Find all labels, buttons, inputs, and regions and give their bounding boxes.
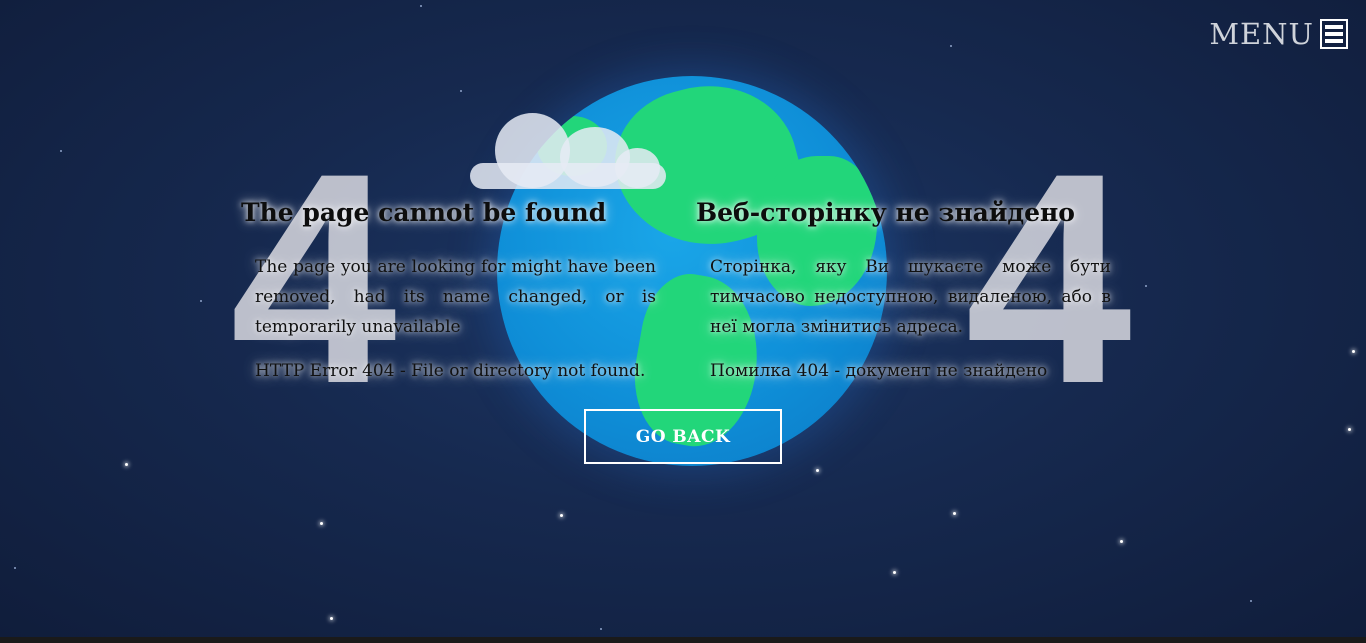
star (125, 463, 128, 466)
star (320, 522, 323, 525)
ukrainian-error: Помилка 404 - документ не знайдено (710, 361, 1048, 381)
star (330, 617, 333, 620)
english-title: The page cannot be found (241, 198, 607, 227)
ukrainian-message-column: Веб-сторінку не знайдено Сторінка, яку В… (696, 196, 1111, 400)
star (950, 45, 952, 47)
star (1348, 428, 1351, 431)
star (200, 300, 202, 302)
star (60, 150, 62, 152)
hamburger-icon[interactable] (1320, 19, 1348, 49)
menu-button[interactable]: MENU (1209, 17, 1348, 51)
english-error: HTTP Error 404 - File or directory not f… (255, 361, 646, 381)
ukrainian-title: Веб-сторінку не знайдено (696, 198, 1075, 227)
ukrainian-message: Сторінка, яку Ви шукаєте може бути тимча… (710, 257, 1111, 337)
space-background: 4 4 (0, 0, 1366, 637)
english-message: The page you are looking for might have … (255, 257, 656, 337)
menu-label: MENU (1209, 17, 1314, 51)
bottom-strip (0, 637, 1366, 643)
star (1145, 285, 1147, 287)
star (1250, 600, 1252, 602)
english-message-column: The page cannot be found The page you ar… (241, 196, 656, 400)
star (600, 628, 602, 630)
star (420, 5, 422, 7)
star (816, 469, 819, 472)
star (560, 514, 563, 517)
star (14, 567, 16, 569)
star (953, 512, 956, 515)
star (460, 90, 462, 92)
star (1120, 540, 1123, 543)
star (893, 571, 896, 574)
go-back-button[interactable]: GO BACK (584, 409, 782, 464)
cloud-image (470, 163, 666, 189)
star (1352, 350, 1355, 353)
